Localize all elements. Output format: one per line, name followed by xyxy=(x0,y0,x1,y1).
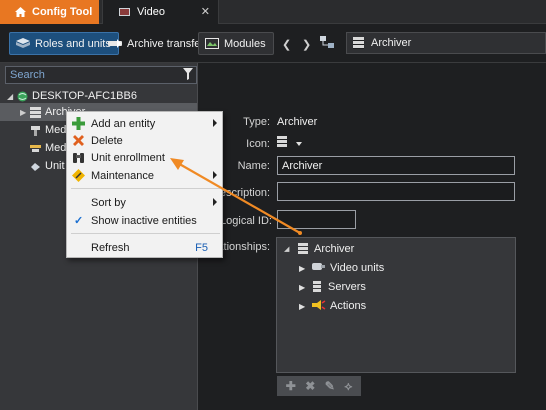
tab-video-label: Video xyxy=(137,6,165,18)
rel-item-archiver[interactable]: ◢ Archiver xyxy=(284,241,354,257)
menu-item-label: Maintenance xyxy=(91,169,154,182)
name-field[interactable]: Archiver xyxy=(277,156,515,175)
tab-video[interactable]: Video ✕ xyxy=(102,0,219,24)
archiver-icon xyxy=(353,37,364,49)
modules-button[interactable]: Modules xyxy=(198,32,274,55)
menu-item-label: Sort by xyxy=(91,196,126,209)
sitemap-icon[interactable] xyxy=(320,36,334,51)
rel-item-label: Actions xyxy=(330,300,367,312)
expand-triangle-icon[interactable]: ▶ xyxy=(299,283,309,292)
roles-and-units-label: Roles and units xyxy=(35,37,111,50)
submenu-arrow-icon xyxy=(213,171,217,179)
modules-icon xyxy=(205,38,219,49)
context-menu: Add an entity Delete Unit enrollment Mai… xyxy=(66,111,223,258)
menu-item-label: Unit enrollment xyxy=(91,151,165,164)
globe-icon xyxy=(17,91,28,102)
home-icon xyxy=(15,7,26,17)
cubes-icon xyxy=(16,38,30,49)
tree-item-unit[interactable]: Unit xyxy=(20,157,65,175)
icon-label: Icon: xyxy=(246,138,270,150)
menu-separator xyxy=(71,233,220,234)
menu-item-show-inactive[interactable]: ✓ Show inactive entities xyxy=(67,212,222,229)
menu-item-unit-enrollment[interactable]: Unit enrollment xyxy=(67,149,222,166)
back-arrow-icon[interactable]: ❮ xyxy=(282,38,291,51)
delete-icon[interactable]: ✖ xyxy=(305,379,315,393)
actions-icon xyxy=(312,299,326,313)
archiver-icon xyxy=(30,106,41,118)
search-box[interactable] xyxy=(5,66,197,84)
forward-arrow-icon[interactable]: ❯ xyxy=(302,38,311,51)
tab-config-tool[interactable]: Config Tool xyxy=(0,0,99,24)
menu-item-refresh[interactable]: Refresh F5 xyxy=(67,239,222,256)
menu-item-label: Add an entity xyxy=(91,117,156,130)
expand-triangle-icon[interactable]: ▶ xyxy=(299,264,309,273)
type-value: Archiver xyxy=(277,116,318,128)
rel-item-label: Archiver xyxy=(314,243,355,255)
tree-item-label: DESKTOP-AFC1BB6 xyxy=(32,90,137,102)
rel-item-video-units[interactable]: ▶ Video units xyxy=(299,260,384,276)
archive-transfer-label: Archive transfer xyxy=(127,37,205,50)
expand-triangle-icon[interactable]: ▶ xyxy=(299,302,309,311)
archive-transfer-button[interactable]: Archive transfer xyxy=(102,32,211,55)
breadcrumb-label: Archiver xyxy=(371,37,412,49)
breadcrumb[interactable]: Archiver xyxy=(346,32,546,54)
camera-icon xyxy=(312,262,325,275)
menu-item-delete[interactable]: Delete xyxy=(67,132,222,149)
checkmark-icon: ✓ xyxy=(74,215,84,227)
rel-item-servers[interactable]: ▶ Servers xyxy=(299,279,366,295)
menu-item-label: Refresh xyxy=(91,241,130,254)
description-field[interactable] xyxy=(277,182,515,201)
transfer-icon xyxy=(108,38,122,49)
tab-config-tool-label: Config Tool xyxy=(32,6,93,18)
menu-separator xyxy=(71,188,220,189)
filter-icon[interactable] xyxy=(183,68,193,83)
type-label: Type: xyxy=(243,116,270,128)
tab-bar: Config Tool Video ✕ xyxy=(0,0,546,24)
search-input[interactable] xyxy=(10,69,175,81)
icon-picker[interactable] xyxy=(277,136,303,151)
menu-item-label: Show inactive entities xyxy=(91,214,197,227)
server-icon xyxy=(313,281,321,293)
menu-item-sort-by[interactable]: Sort by xyxy=(67,194,222,211)
logical-id-field[interactable] xyxy=(277,210,356,229)
custom-action-icon[interactable]: ⟡ xyxy=(344,379,352,394)
name-label: Name: xyxy=(237,160,270,172)
add-icon[interactable]: ✚ xyxy=(286,379,296,393)
modules-label: Modules xyxy=(224,37,266,50)
delete-icon xyxy=(72,134,85,147)
collapse-triangle-icon[interactable]: ◢ xyxy=(284,245,294,253)
add-icon xyxy=(72,117,85,130)
menu-item-label: Delete xyxy=(91,134,123,147)
binoculars-icon xyxy=(72,151,85,164)
dropdown-caret-icon xyxy=(296,142,303,146)
menu-item-add-entity[interactable]: Add an entity xyxy=(67,115,222,132)
submenu-arrow-icon xyxy=(213,198,217,206)
archiver-icon xyxy=(298,243,308,255)
video-icon xyxy=(119,8,130,16)
expand-triangle-icon[interactable]: ▶ xyxy=(20,108,30,117)
relationships-tree: ◢ Archiver ▶ Video units ▶ Servers ▶ Act… xyxy=(276,237,516,373)
tree-item-label: Unit xyxy=(45,160,65,172)
maintenance-icon xyxy=(72,169,85,182)
media-gateway-icon xyxy=(30,143,41,154)
rel-item-actions[interactable]: ▶ Actions xyxy=(299,298,366,314)
media-router-icon xyxy=(30,125,41,136)
archiver-icon xyxy=(277,136,287,148)
relationship-button-strip: ✚ ✖ ✎ ⟡ xyxy=(277,376,361,396)
unit-assistant-icon xyxy=(30,161,41,172)
rel-item-label: Servers xyxy=(328,281,366,293)
submenu-arrow-icon xyxy=(213,119,217,127)
collapse-triangle-icon[interactable]: ◢ xyxy=(7,92,17,101)
menu-item-shortcut: F5 xyxy=(195,241,208,254)
menu-item-maintenance[interactable]: Maintenance xyxy=(67,167,222,184)
close-icon[interactable]: ✕ xyxy=(201,5,210,18)
edit-icon[interactable]: ✎ xyxy=(325,379,335,393)
rel-item-label: Video units xyxy=(330,262,385,274)
